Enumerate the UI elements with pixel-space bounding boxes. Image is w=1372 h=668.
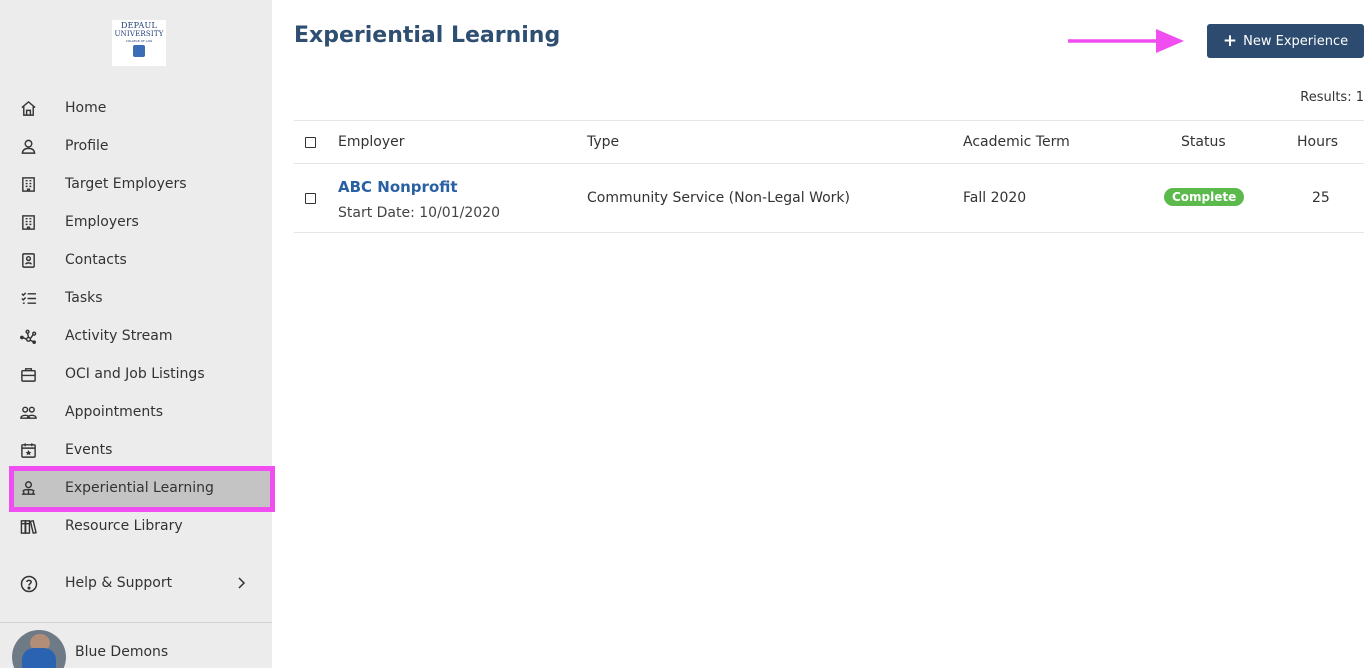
sidebar-item-label: Events [65, 442, 113, 458]
sidebar-item-label: Activity Stream [65, 328, 173, 344]
sidebar-item-label: Contacts [65, 252, 127, 268]
new-experience-button[interactable]: + New Experience [1207, 24, 1364, 58]
sidebar-item-label: Profile [65, 138, 109, 154]
new-experience-label: New Experience [1243, 33, 1349, 49]
building-icon [22, 215, 35, 230]
user-icon [21, 139, 36, 154]
column-hours[interactable]: Hours [1297, 134, 1338, 150]
sidebar-item-label: Tasks [65, 290, 103, 306]
university-logo[interactable]: DEPAUL UNIVERSITY COLLEGE OF LAW [112, 20, 166, 66]
page-title: Experiential Learning [294, 23, 561, 48]
sidebar-item-label: Experiential Learning [65, 480, 214, 496]
sidebar-item-tasks[interactable]: Tasks [0, 279, 272, 317]
sidebar-divider [0, 622, 272, 623]
briefcase-icon [21, 368, 36, 382]
sidebar-item-label: Employers [65, 214, 139, 230]
table-row[interactable]: ABC Nonprofit Start Date: 10/01/2020 Com… [294, 164, 1364, 233]
start-date: Start Date: 10/01/2020 [338, 205, 500, 221]
table-header: Employer Type Academic Term Status Hours [294, 120, 1364, 164]
sidebar-item-activity-stream[interactable]: Activity Stream [0, 317, 272, 355]
sidebar-item-label: Target Employers [65, 176, 187, 192]
sidebar-item-label: Home [65, 100, 107, 116]
seal-icon [133, 45, 145, 57]
status-badge: Complete [1164, 188, 1245, 206]
sidebar-item-events[interactable]: Events [0, 431, 272, 469]
column-status[interactable]: Status [1181, 134, 1226, 150]
annotation-arrow-icon [1068, 29, 1184, 53]
column-type[interactable]: Type [587, 134, 619, 150]
chevron-right-icon [238, 577, 246, 589]
hours-value: 25 [1312, 190, 1330, 206]
help-support-item[interactable]: Help & Support [0, 565, 272, 603]
people-icon [20, 406, 37, 419]
avatar [12, 630, 66, 668]
user-profile-item[interactable]: Blue Demons [0, 630, 272, 668]
experiences-table: Employer Type Academic Term Status Hours… [294, 120, 1364, 233]
sidebar-item-label: Resource Library [65, 518, 183, 534]
sidebar-item-profile[interactable]: Profile [0, 127, 272, 165]
sidebar-item-label: Appointments [65, 404, 164, 420]
column-academic-term[interactable]: Academic Term [963, 134, 1070, 150]
sidebar-nav: Home Profile Target Employers Employers … [0, 89, 275, 545]
learning-icon [21, 481, 36, 495]
home-icon [21, 100, 36, 116]
calendar-icon [21, 443, 36, 458]
sidebar-item-resource-library[interactable]: Resource Library [0, 507, 272, 545]
sidebar-item-home[interactable]: Home [0, 89, 272, 127]
plus-icon: + [1222, 30, 1238, 51]
sidebar-item-target-employers[interactable]: Target Employers [0, 165, 272, 203]
help-support-label: Help & Support [65, 575, 173, 591]
sidebar: DEPAUL UNIVERSITY COLLEGE OF LAW Home Pr… [0, 0, 275, 668]
help-icon [20, 575, 38, 593]
row-checkbox[interactable] [305, 193, 316, 204]
sidebar-item-experiential-learning[interactable]: Experiential Learning [0, 466, 275, 512]
academic-term: Fall 2020 [963, 190, 1027, 206]
employer-link[interactable]: ABC Nonprofit [338, 178, 458, 196]
sidebar-item-employers[interactable]: Employers [0, 203, 272, 241]
results-count: Results: 1 [1300, 90, 1364, 105]
activity-icon [20, 329, 37, 345]
experience-type: Community Service (Non-Legal Work) [587, 190, 850, 206]
library-icon [20, 520, 37, 534]
sidebar-item-oci-job-listings[interactable]: OCI and Job Listings [0, 355, 272, 393]
column-employer[interactable]: Employer [338, 134, 404, 150]
building-icon [22, 177, 35, 192]
sidebar-item-appointments[interactable]: Appointments [0, 393, 272, 431]
select-all-checkbox[interactable] [305, 137, 316, 148]
sidebar-item-contacts[interactable]: Contacts [0, 241, 272, 279]
sidebar-item-label: OCI and Job Listings [65, 366, 205, 382]
tasks-icon [21, 292, 37, 304]
contacts-icon [22, 253, 35, 268]
user-name: Blue Demons [75, 644, 169, 660]
